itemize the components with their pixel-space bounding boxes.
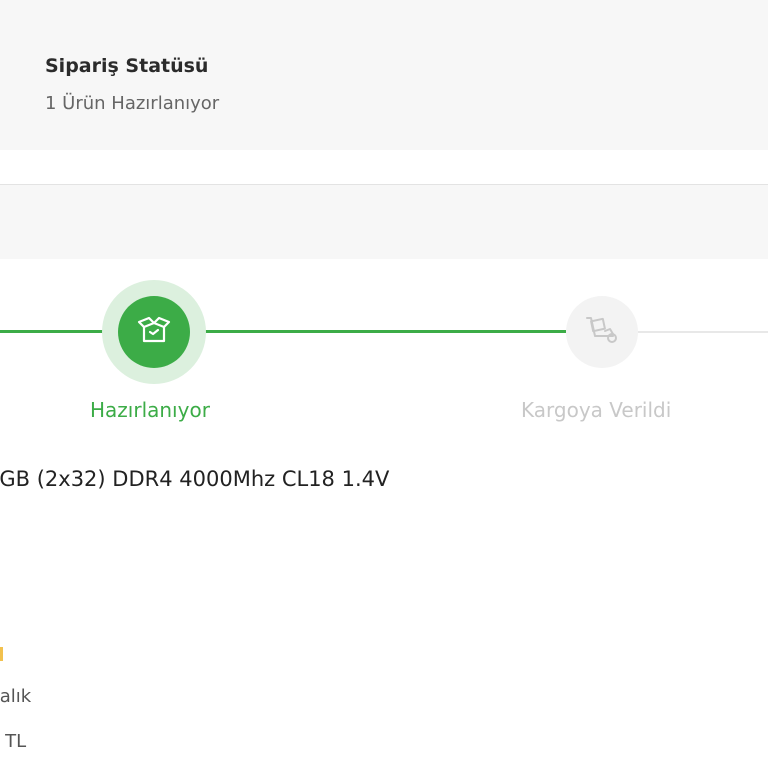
order-status-page: Sipariş Statüsü 1 Ürün Hazırlanıyor Hazı… bbox=[0, 0, 768, 768]
order-status-title: Sipariş Statüsü bbox=[45, 55, 209, 77]
product-price: 5 TL bbox=[0, 731, 27, 752]
box-open-icon bbox=[135, 313, 173, 351]
section-band bbox=[0, 185, 768, 259]
product-name-line1: 4GB (2x32) DDR4 4000Mhz CL18 1.4V bbox=[0, 467, 390, 491]
order-status-panel: Sipariş Statüsü 1 Ürün Hazırlanıyor bbox=[0, 0, 768, 150]
delivery-date: Aralık bbox=[0, 686, 32, 707]
order-status-summary: 1 Ürün Hazırlanıyor bbox=[45, 93, 220, 114]
step-shipped bbox=[566, 296, 638, 368]
step-preparing bbox=[118, 296, 190, 368]
progress-line-completed bbox=[0, 330, 566, 333]
step-preparing-label: Hazırlanıyor bbox=[90, 398, 210, 422]
step-shipped-label: Kargoya Verildi bbox=[521, 398, 672, 422]
rating-mark bbox=[0, 647, 3, 661]
product-name-line2: ) bbox=[0, 495, 426, 526]
cargo-cart-icon bbox=[583, 314, 621, 350]
product-name[interactable]: 4GB (2x32) DDR4 4000Mhz CL18 1.4V ) bbox=[0, 464, 426, 526]
progress-line-pending bbox=[636, 331, 768, 333]
